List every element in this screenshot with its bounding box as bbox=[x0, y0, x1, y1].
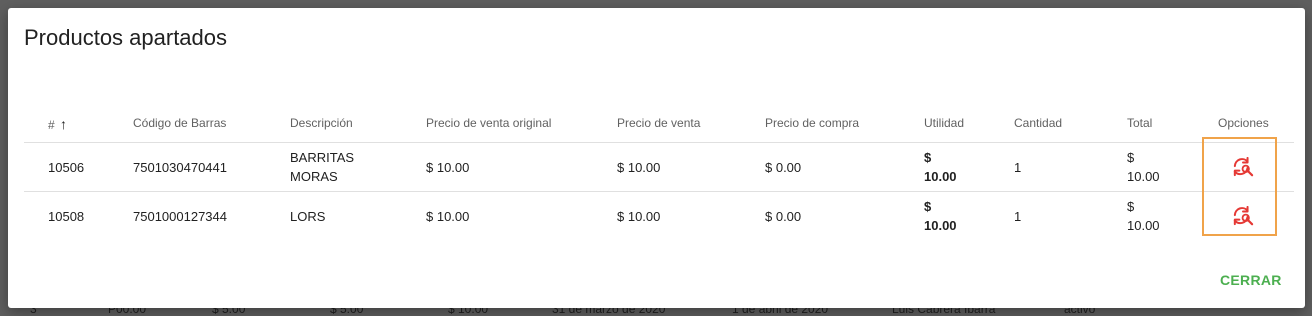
options-highlight-box bbox=[1202, 137, 1277, 236]
cell-original-price: $ 10.00 bbox=[426, 160, 470, 175]
cell-cost-price: $ 0.00 bbox=[765, 160, 802, 175]
header-description: Descripción bbox=[290, 116, 353, 130]
cell-description: LORS bbox=[290, 209, 326, 224]
header-quantity: Cantidad bbox=[1014, 116, 1063, 130]
cell-cost-price: $ 0.00 bbox=[765, 209, 802, 224]
cell-profit: $ 10.00 bbox=[924, 150, 957, 184]
cell-barcode: 7501000127344 bbox=[133, 209, 227, 224]
header-barcode: Código de Barras bbox=[133, 116, 227, 130]
header-original-price: Precio de venta original bbox=[426, 116, 552, 130]
cell-sale-price: $ 10.00 bbox=[617, 209, 661, 224]
table-header: # ↑ Código de Barras Descripción Precio … bbox=[24, 92, 1294, 143]
reserved-products-dialog: Productos apartados # ↑ Código de Barras… bbox=[8, 8, 1305, 308]
cell-quantity: 1 bbox=[1014, 209, 1022, 224]
header-cost-price: Precio de compra bbox=[765, 116, 860, 130]
table-row: 10506 7501030470441 BARRITAS MORAS $ 10.… bbox=[24, 143, 1294, 192]
header-total: Total bbox=[1127, 116, 1153, 130]
table-row: 10508 7501000127344 LORS $ 10.00 $ 10.00… bbox=[24, 192, 1294, 240]
cell-barcode: 7501030470441 bbox=[133, 160, 227, 175]
cell-id: 10506 bbox=[48, 160, 85, 175]
cell-quantity: 1 bbox=[1014, 160, 1022, 175]
cell-sale-price: $ 10.00 bbox=[617, 160, 661, 175]
close-button[interactable]: CERRAR bbox=[1220, 272, 1282, 288]
header-profit: Utilidad bbox=[924, 116, 965, 130]
sort-arrow-up-icon[interactable]: ↑ bbox=[60, 116, 67, 132]
header-id[interactable]: # ↑ bbox=[48, 116, 67, 132]
header-options: Opciones bbox=[1218, 116, 1269, 130]
header-sale-price: Precio de venta bbox=[617, 116, 701, 130]
dialog-title: Productos apartados bbox=[24, 25, 228, 50]
cell-id: 10508 bbox=[48, 209, 85, 224]
cell-total: $ 10.00 bbox=[1127, 150, 1160, 184]
cell-total: $ 10.00 bbox=[1127, 199, 1160, 233]
cell-profit: $ 10.00 bbox=[924, 199, 957, 233]
cell-original-price: $ 10.00 bbox=[426, 209, 470, 224]
cell-description: BARRITAS MORAS bbox=[290, 150, 355, 184]
